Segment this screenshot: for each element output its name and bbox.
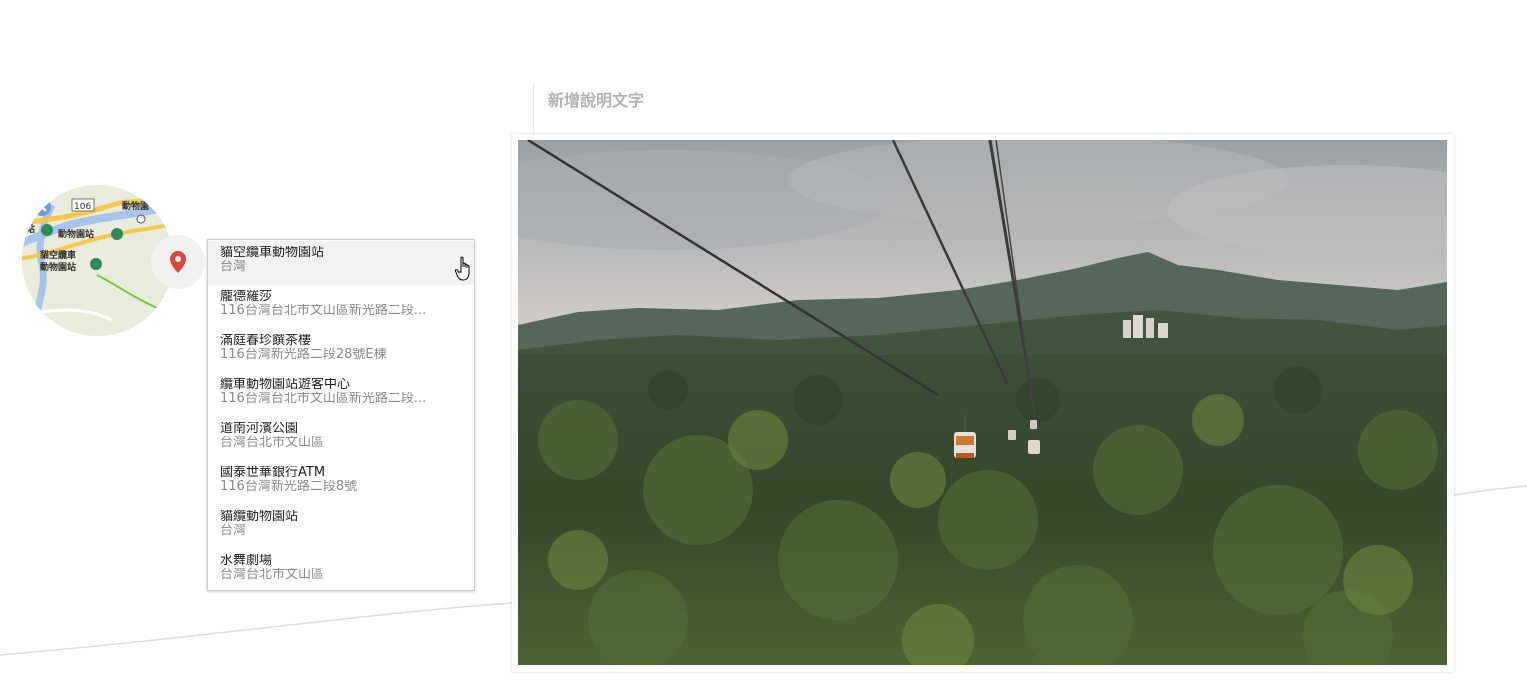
- suggestion-item[interactable]: 道南河濱公園 台灣台北市文山區: [208, 417, 474, 461]
- suggestion-item[interactable]: 纜車動物園站遊客中心 116台灣台北市文山區新光路二段...: [208, 373, 474, 417]
- suggestion-address: 116台灣新光路二段28號E棟: [220, 348, 387, 362]
- map-label-zoo-station: 動物園站: [58, 228, 94, 240]
- suggestion-name: 國泰世華銀行ATM: [220, 466, 326, 480]
- caption-input[interactable]: 新增說明文字: [548, 87, 644, 111]
- suggestion-address: 116台灣台北市文山區新光路二段...: [220, 392, 427, 406]
- suggestion-name: 龐德羅莎: [220, 290, 273, 304]
- map-label-route: 106: [74, 202, 91, 212]
- suggestion-address: 116台灣新光路二段8號: [220, 480, 358, 494]
- map-pin-icon: [170, 251, 186, 273]
- suggestion-address: 台灣: [220, 524, 247, 538]
- map-label-zoo: 動物園: [122, 200, 149, 212]
- photo-gondola: [518, 140, 1447, 665]
- suggestion-item[interactable]: 國泰世華銀行ATM 116台灣新光路二段8號: [208, 461, 474, 505]
- suggestion-address: 116台灣台北市文山區新光路二段...: [220, 304, 427, 318]
- suggestion-name: 纜車動物園站遊客中心: [220, 378, 351, 392]
- map-label-cablecar: 貓空纜車: [40, 249, 76, 261]
- suggestion-name: 貓纜動物園站: [220, 510, 299, 524]
- suggestion-address: 台灣: [220, 260, 247, 274]
- suggestion-name: 道南河濱公園: [220, 422, 299, 436]
- suggestion-item[interactable]: 貓空纜車動物園站 台灣: [208, 241, 474, 285]
- suggestion-name: 滿庭春珍饌茶樓: [220, 334, 312, 348]
- suggestion-item[interactable]: 水舞劇場 台灣台北市文山區: [208, 549, 474, 593]
- map-label-cablecar-station: 動物園站: [40, 261, 76, 273]
- suggestion-item[interactable]: 滿庭春珍饌茶樓 116台灣新光路二段28號E棟: [208, 329, 474, 373]
- suggestion-item[interactable]: 龐德羅莎 116台灣台北市文山區新光路二段...: [208, 285, 474, 329]
- suggestion-address: 台灣台北市文山區: [220, 568, 325, 582]
- suggestion-address: 台灣台北市文山區: [220, 436, 325, 450]
- location-pin-button[interactable]: [151, 235, 205, 289]
- hand-cursor-icon: [455, 256, 470, 281]
- suggestion-name: 貓空纜車動物園站: [220, 246, 325, 260]
- suggestion-name: 水舞劇場: [220, 554, 273, 568]
- location-suggestions-dropdown: 貓空纜車動物園站 台灣 龐德羅莎 116台灣台北市文山區新光路二段... 滿庭春…: [207, 239, 475, 591]
- photo-frame[interactable]: [512, 134, 1454, 672]
- suggestion-item[interactable]: 貓纜動物園站 台灣: [208, 505, 474, 549]
- caption-guide-line: [533, 84, 534, 134]
